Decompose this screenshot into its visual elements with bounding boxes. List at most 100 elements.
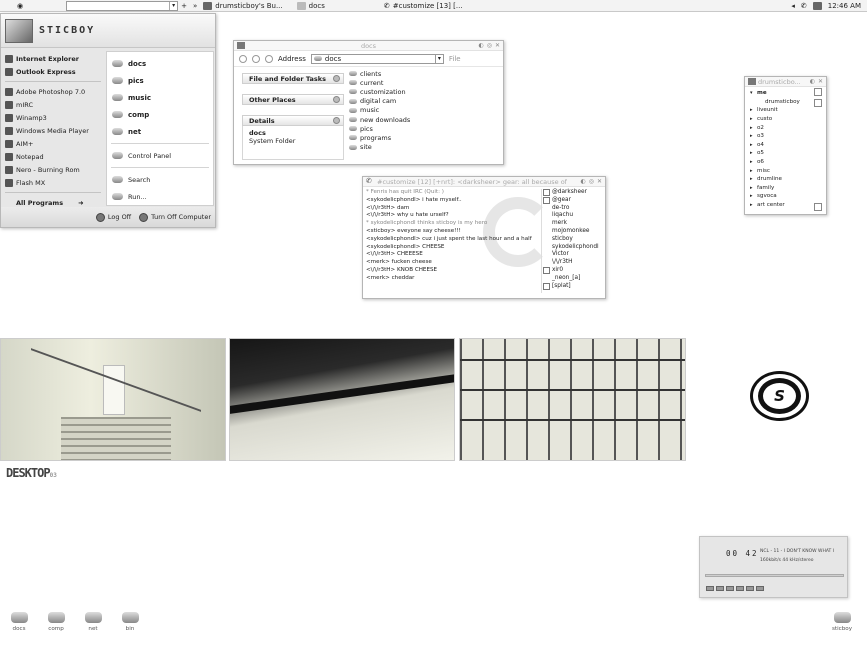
tree-item[interactable]: ▸ custo: [745, 115, 826, 124]
irc-user-item[interactable]: mojomonkee: [543, 228, 603, 236]
stop-button[interactable]: [736, 586, 744, 591]
minimize-button[interactable]: ◐: [810, 78, 815, 85]
task-panel-file-folder[interactable]: File and Folder Tasks: [242, 73, 344, 84]
irc-user-item[interactable]: de-tro: [543, 205, 603, 213]
menu-item-winamp[interactable]: Winamp3: [1, 111, 105, 124]
window-titlebar[interactable]: drumsticbo... ◐ ✕: [745, 77, 826, 87]
play-button[interactable]: [716, 586, 724, 591]
eject-button[interactable]: [756, 586, 764, 591]
maximize-button[interactable]: ◎: [589, 178, 594, 185]
quicklaunch-plus-button[interactable]: +: [178, 0, 190, 11]
collapsed-arrow-icon[interactable]: ▸: [750, 176, 755, 182]
task-panel-details[interactable]: Details: [242, 115, 344, 126]
minimize-button[interactable]: ◐: [580, 178, 585, 185]
tree-item[interactable]: ▸ o4: [745, 141, 826, 150]
irc-user-item[interactable]: @gear: [543, 197, 603, 205]
irc-user-item[interactable]: sticboy: [543, 236, 603, 244]
irc-user-item[interactable]: xir0: [543, 267, 603, 275]
tree-item[interactable]: ▸ drumline: [745, 175, 826, 184]
address-input[interactable]: docs ▾: [310, 53, 444, 64]
expand-icon[interactable]: [333, 75, 340, 82]
collapsed-arrow-icon[interactable]: ▸: [750, 150, 755, 156]
place-music[interactable]: music: [107, 89, 213, 106]
tree-item[interactable]: ▸ o2: [745, 123, 826, 132]
collapsed-arrow-icon[interactable]: ▸: [750, 107, 755, 113]
irc-user-item[interactable]: \/\/r3tH: [543, 259, 603, 267]
menu-item-photoshop[interactable]: Adobe Photoshop 7.0: [1, 85, 105, 98]
irc-user-item[interactable]: liqachu: [543, 212, 603, 220]
tray-arrow-icon[interactable]: ◂: [788, 0, 798, 11]
clock[interactable]: 12:46 AM: [825, 0, 867, 11]
tree-item[interactable]: ▸ liveunit: [745, 106, 826, 115]
address-dropdown-icon[interactable]: ▾: [434, 54, 443, 63]
forward-button[interactable]: [252, 54, 260, 63]
file-item[interactable]: new downloads: [349, 115, 499, 124]
tree-item[interactable]: ▸ o5: [745, 149, 826, 158]
views-button[interactable]: [265, 54, 273, 63]
minimize-button[interactable]: ◐: [478, 42, 483, 49]
tree-item[interactable]: ▸ sgvoca: [745, 192, 826, 201]
search-item[interactable]: Search: [107, 171, 213, 188]
place-comp[interactable]: comp: [107, 106, 213, 123]
turn-off-button[interactable]: Turn Off Computer: [139, 212, 211, 222]
scroll-up-button[interactable]: [814, 88, 822, 96]
quicklaunch-chevron-button[interactable]: »: [190, 0, 200, 11]
start-orb-icon[interactable]: ◉: [0, 0, 26, 11]
irc-user-item[interactable]: _neon_[a]: [543, 275, 603, 283]
desktop-icon-bin[interactable]: bin: [117, 612, 143, 632]
window-titlebar[interactable]: ✆ #customize [12] [+nrt]: <darksheer> ge…: [363, 177, 605, 187]
close-button[interactable]: ✕: [495, 42, 500, 49]
file-item[interactable]: music: [349, 106, 499, 115]
place-docs[interactable]: docs: [107, 55, 213, 72]
tray-irc-icon[interactable]: ✆: [798, 0, 810, 11]
collapsed-arrow-icon[interactable]: ▸: [750, 125, 755, 131]
irc-user-item[interactable]: merk: [543, 220, 603, 228]
irc-user-item[interactable]: [splat]: [543, 283, 603, 291]
run-dropdown-icon[interactable]: ▾: [169, 1, 177, 10]
irc-user-item[interactable]: Victor: [543, 251, 603, 259]
collapsed-arrow-icon[interactable]: ▸: [750, 133, 755, 139]
menu-item-aim[interactable]: AIM+: [1, 137, 105, 150]
menu-item-mirc[interactable]: mIRC: [1, 98, 105, 111]
menu-item-nero[interactable]: Nero - Burning Rom: [1, 163, 105, 176]
collapsed-arrow-icon[interactable]: ▸: [750, 193, 755, 199]
menu-item-notepad[interactable]: Notepad: [1, 150, 105, 163]
maximize-button[interactable]: ◎: [487, 42, 492, 49]
seek-bar[interactable]: [705, 574, 844, 577]
menu-item-outlook-express[interactable]: Outlook Express: [1, 65, 105, 78]
file-item[interactable]: current: [349, 78, 499, 87]
menu-item-internet-explorer[interactable]: Internet Explorer: [1, 52, 105, 65]
collapsed-arrow-icon[interactable]: ▸: [750, 116, 755, 122]
menu-item-flash[interactable]: Flash MX: [1, 176, 105, 189]
taskbar-task-1[interactable]: drumsticboy's Bu...: [200, 0, 285, 11]
collapsed-arrow-icon[interactable]: ▸: [750, 168, 755, 174]
collapsed-arrow-icon[interactable]: ▸: [750, 202, 755, 208]
taskbar-task-3[interactable]: ✆ #customize [13] [...: [381, 0, 466, 11]
run-input[interactable]: ▾: [66, 0, 179, 11]
desktop-icon-sticboy[interactable]: sticboy: [829, 612, 855, 632]
desktop-icon-docs[interactable]: docs: [6, 612, 32, 632]
tray-monitor-icon[interactable]: [810, 0, 825, 11]
control-panel-item[interactable]: Control Panel: [107, 147, 213, 164]
expanded-arrow-icon[interactable]: ▾: [750, 90, 755, 96]
scroll-down-button[interactable]: [814, 203, 822, 211]
desktop-icon-comp[interactable]: comp: [43, 612, 69, 632]
irc-user-item[interactable]: @darksheer: [543, 189, 603, 197]
window-titlebar[interactable]: docs ◐ ◎ ✕: [234, 41, 503, 51]
tree-item[interactable]: ▸ o6: [745, 158, 826, 167]
taskbar-task-2[interactable]: docs: [294, 0, 328, 11]
message-scrollbar[interactable]: [541, 189, 542, 293]
desktop-icon-net[interactable]: net: [80, 612, 106, 632]
next-button[interactable]: [746, 586, 754, 591]
file-item[interactable]: programs: [349, 133, 499, 142]
file-item[interactable]: clients: [349, 69, 499, 78]
close-button[interactable]: ✕: [818, 78, 823, 85]
prev-button[interactable]: [706, 586, 714, 591]
tree-item[interactable]: ▸ o3: [745, 132, 826, 141]
tree-item[interactable]: ▸ family: [745, 184, 826, 193]
tree-item[interactable]: ▸ misc: [745, 166, 826, 175]
place-net[interactable]: net: [107, 123, 213, 140]
close-button[interactable]: ✕: [597, 178, 602, 185]
expand-icon[interactable]: [333, 96, 340, 103]
collapse-icon[interactable]: [333, 117, 340, 124]
